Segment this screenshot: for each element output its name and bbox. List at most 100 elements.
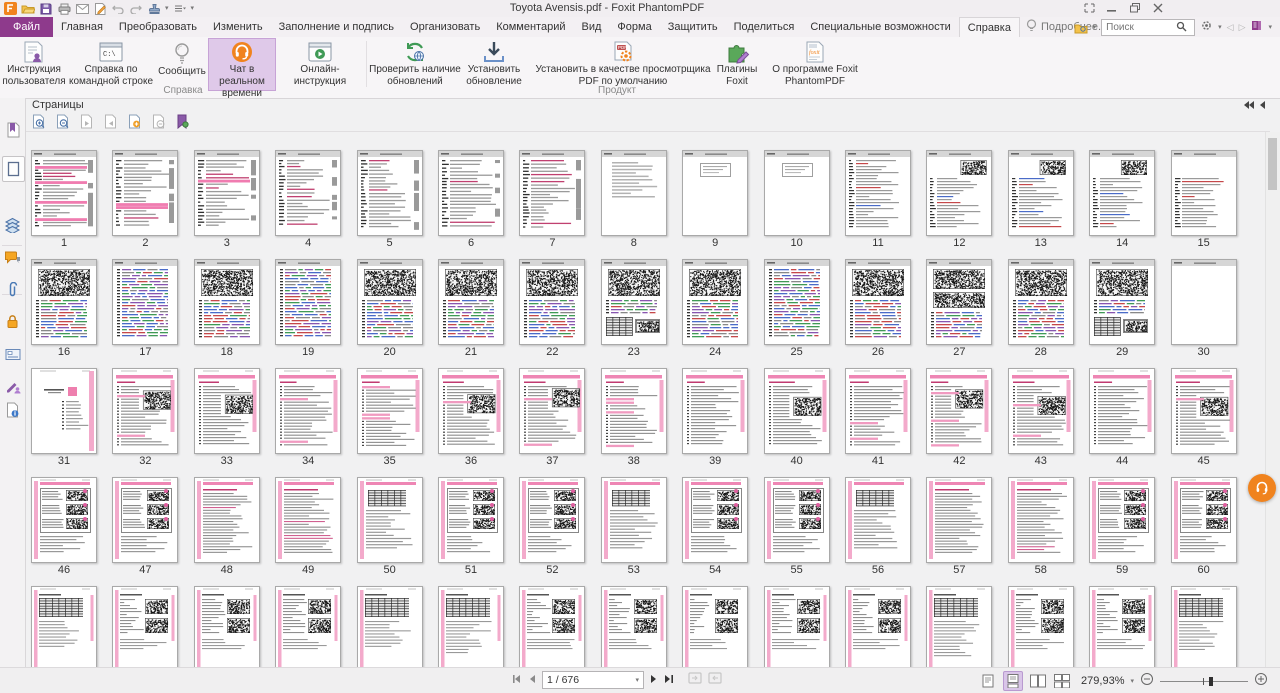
page-thumbnail-46[interactable]: 46	[31, 477, 97, 576]
ribbon-button-install-update[interactable]: Установить обновление	[461, 39, 527, 88]
ui-options-icon[interactable]	[1082, 1, 1096, 15]
stamp-icon-caret[interactable]: ▾	[165, 5, 169, 12]
bookmark-settings-icon[interactable]	[174, 114, 190, 130]
page-thumbnail-41[interactable]: 41	[845, 368, 911, 467]
next-view-icon[interactable]	[708, 671, 722, 689]
page-thumbnail-45[interactable]: 45	[1171, 368, 1237, 467]
tab-5[interactable]: Комментарий	[488, 17, 573, 37]
page-thumbnail-65[interactable]: 65	[357, 586, 423, 668]
ribbon-button-plugins[interactable]: Плагины Foxit	[714, 39, 760, 88]
page-thumbnail-34[interactable]: 34	[275, 368, 341, 467]
zoom-slider[interactable]	[1160, 674, 1248, 688]
page-thumbnail-75[interactable]: 75	[1171, 586, 1237, 668]
tab-8[interactable]: Защитить	[660, 17, 726, 37]
page-thumbnail-40[interactable]: 40	[764, 368, 830, 467]
page-thumbnail-28[interactable]: 28	[1008, 259, 1074, 358]
remove-page-icon[interactable]	[150, 114, 166, 130]
minimize-panel-icon[interactable]	[1260, 100, 1266, 112]
print-icon[interactable]	[57, 2, 71, 16]
page-thumbnail-51[interactable]: 51	[438, 477, 504, 576]
sidebar-panel-pages[interactable]	[2, 156, 25, 182]
page-thumbnail-21[interactable]: 21	[438, 259, 504, 358]
page-thumbnail-29[interactable]: 29	[1089, 259, 1155, 358]
page-thumbnail-12[interactable]: 12	[926, 150, 992, 249]
open-folder-icon[interactable]	[21, 2, 35, 16]
page-thumbnail-68[interactable]: 68	[601, 586, 667, 668]
last-page-icon[interactable]	[664, 671, 674, 689]
page-thumbnail-2[interactable]: 2	[112, 150, 178, 249]
ribbon-button-live-chat[interactable]: Чат в реальном времени	[208, 38, 276, 91]
minimize-icon[interactable]	[1105, 1, 1119, 15]
vertical-scrollbar[interactable]	[1265, 132, 1280, 668]
page-thumbnail-52[interactable]: 52	[519, 477, 585, 576]
search-folder-icon[interactable]	[1074, 21, 1088, 35]
sidebar-panel-bookmarks[interactable]	[3, 120, 22, 139]
tab-11[interactable]: Справка	[959, 17, 1020, 37]
scrollbar-thumb[interactable]	[1268, 138, 1277, 190]
page-thumbnail-66[interactable]: 66	[438, 586, 504, 668]
tab-10[interactable]: Специальные возможности	[802, 17, 958, 37]
page-thumbnail-70[interactable]: 70	[764, 586, 830, 668]
thumb-zoom-in-icon[interactable]	[30, 114, 46, 130]
sidebar-panel-signatures[interactable]	[3, 376, 22, 395]
zoom-in-icon[interactable]	[1254, 672, 1268, 691]
page-thumbnail-71[interactable]: 71	[845, 586, 911, 668]
prev-view-icon[interactable]	[688, 671, 702, 689]
close-icon[interactable]	[1151, 1, 1165, 15]
page-thumbnail-33[interactable]: 33	[194, 368, 260, 467]
settings-gear-icon[interactable]	[1200, 19, 1213, 37]
foxit-logo-icon[interactable]	[3, 2, 17, 16]
prev-page-icon[interactable]	[528, 671, 536, 689]
page-thumbnail-10[interactable]: 10	[764, 150, 830, 249]
page-thumbnail-4[interactable]: 4	[275, 150, 341, 249]
tab-9[interactable]: Поделиться	[726, 17, 803, 37]
page-thumbnail-3[interactable]: 3	[194, 150, 260, 249]
live-chat-fab[interactable]	[1248, 474, 1276, 502]
page-thumbnail-55[interactable]: 55	[764, 477, 830, 576]
next-page-icon[interactable]	[102, 114, 118, 130]
tab-0[interactable]: Главная	[53, 17, 111, 37]
page-thumbnail-9[interactable]: 9	[682, 150, 748, 249]
redo-icon[interactable]	[129, 2, 143, 16]
page-thumbnail-44[interactable]: 44	[1089, 368, 1155, 467]
page-thumbnail-24[interactable]: 24	[682, 259, 748, 358]
page-thumbnail-7[interactable]: 7	[519, 150, 585, 249]
page-thumbnail-8[interactable]: 8	[601, 150, 667, 249]
page-thumbnail-73[interactable]: 73	[1008, 586, 1074, 668]
page-thumbnail-17[interactable]: 17	[112, 259, 178, 358]
page-thumbnail-18[interactable]: 18	[194, 259, 260, 358]
page-thumbnail-61[interactable]: 61	[31, 586, 97, 668]
edit-doc-icon[interactable]	[93, 2, 107, 16]
page-thumbnail-1[interactable]: 1	[31, 150, 97, 249]
page-indicator-box[interactable]: 1 / 676 ▾	[542, 671, 644, 689]
page-thumbnail-53[interactable]: 53	[601, 477, 667, 576]
single-page-icon[interactable]	[979, 672, 997, 690]
page-thumbnail-19[interactable]: 19	[275, 259, 341, 358]
page-thumbnail-59[interactable]: 59	[1089, 477, 1155, 576]
first-page-icon[interactable]	[512, 671, 522, 689]
ribbon-button-about[interactable]: foxitО программе Foxit PhantomPDF	[765, 39, 865, 88]
read-mode-caret-icon[interactable]: ▾	[1268, 24, 1272, 31]
ribbon-button-default-viewer[interactable]: PDFУстановить в качестве просмотрщика PD…	[532, 39, 714, 88]
page-thumbnail-42[interactable]: 42	[926, 368, 992, 467]
tab-4[interactable]: Организовать	[402, 17, 488, 37]
history-back-icon[interactable]: ◁	[1227, 22, 1234, 33]
customize-icon[interactable]	[173, 2, 187, 16]
page-thumbnail-27[interactable]: 27	[926, 259, 992, 358]
page-thumbnail-23[interactable]: 23	[601, 259, 667, 358]
page-thumbnail-47[interactable]: 47	[112, 477, 178, 576]
ribbon-button-check-updates[interactable]: Проверить наличие обновлений	[369, 39, 461, 88]
sidebar-panel-attachments[interactable]	[3, 280, 22, 299]
read-mode-icon[interactable]	[1250, 19, 1263, 37]
settings-caret-icon[interactable]: ▾	[1218, 24, 1222, 31]
restore-icon[interactable]	[1128, 1, 1142, 15]
page-thumbnail-26[interactable]: 26	[845, 259, 911, 358]
facing-icon[interactable]	[1029, 672, 1047, 690]
ribbon-button-report[interactable]: Сообщить	[156, 39, 208, 88]
page-thumbnail-11[interactable]: 11	[845, 150, 911, 249]
save-icon[interactable]	[39, 2, 53, 16]
sidebar-panel-properties[interactable]	[3, 400, 22, 419]
page-thumbnail-74[interactable]: 74	[1089, 586, 1155, 668]
tab-2[interactable]: Изменить	[205, 17, 271, 37]
zoom-slider-thumb[interactable]	[1209, 677, 1213, 686]
